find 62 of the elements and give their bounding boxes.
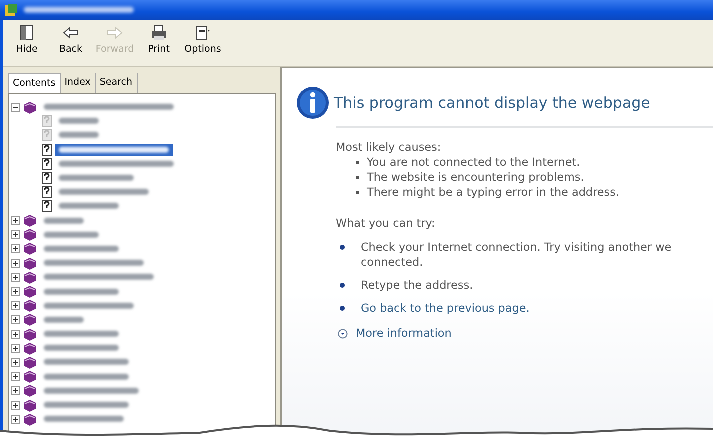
book-icon	[23, 270, 37, 284]
expand-icon[interactable]	[11, 287, 20, 296]
book-icon	[23, 342, 37, 355]
suggestion-text: Retype the address.	[361, 278, 474, 293]
expand-icon[interactable]	[11, 344, 20, 353]
book-icon	[23, 370, 37, 384]
expand-icon[interactable]	[11, 315, 20, 324]
bullet-icon	[340, 244, 345, 250]
expand-icon[interactable]	[11, 230, 20, 240]
expand-icon[interactable]	[11, 272, 20, 282]
collapse-icon[interactable]	[11, 102, 20, 112]
toolbar-button[interactable]: Options	[181, 22, 225, 66]
expand-icon[interactable]	[11, 330, 20, 339]
book-icon	[23, 100, 37, 114]
pane-icon	[18, 24, 36, 42]
book-icon	[23, 313, 37, 326]
expand-icon[interactable]	[11, 400, 20, 410]
bullet-icon	[340, 282, 345, 288]
bullet-icon	[356, 176, 359, 180]
bullet-icon	[340, 306, 345, 311]
book-icon	[23, 328, 37, 341]
expand-icon[interactable]	[11, 386, 20, 396]
right-arrow-icon	[106, 24, 124, 42]
left-arrow-icon	[62, 24, 80, 42]
try-heading: What you can try:	[336, 216, 436, 232]
expand-icon[interactable]	[11, 358, 20, 367]
book-icon	[23, 228, 37, 242]
toolbar-button[interactable]: Back	[49, 22, 93, 66]
book-icon	[23, 398, 37, 412]
cause-text: You are not connected to the Internet.	[367, 155, 580, 170]
back-link[interactable]: Go back to the previous page.	[361, 300, 530, 318]
page-heading: This program cannot display the webpage	[334, 92, 650, 114]
expand-icon[interactable]	[11, 216, 20, 226]
help-icon	[4, 3, 18, 17]
cause-text: There might be a typing error in the address.	[367, 185, 620, 200]
expand-icon[interactable]	[338, 329, 348, 340]
more-information-link[interactable]: More information	[356, 326, 452, 342]
book-icon	[23, 242, 37, 256]
book-icon	[23, 412, 37, 426]
expand-icon[interactable]	[11, 372, 20, 382]
tree-item[interactable]	[55, 144, 173, 156]
expand-icon[interactable]	[11, 301, 20, 310]
document-icon	[194, 24, 212, 42]
book-icon	[23, 299, 37, 312]
printer-icon	[150, 24, 168, 42]
info-icon	[296, 86, 330, 120]
bullet-icon	[356, 191, 359, 194]
suggestion-text: Check your Internet connection. Try visiting another we connected.	[361, 240, 672, 270]
book-icon	[23, 356, 37, 369]
toolbar-button[interactable]: Hide	[5, 22, 49, 66]
expand-icon[interactable]	[11, 258, 20, 268]
expand-icon[interactable]	[11, 414, 20, 424]
bullet-icon	[356, 161, 359, 164]
cause-text: The website is encountering problems.	[367, 170, 584, 186]
book-icon	[23, 256, 37, 270]
expand-icon[interactable]	[11, 244, 20, 254]
causes-heading: Most likely causes:	[336, 140, 442, 156]
book-icon	[23, 384, 37, 398]
toolbar-button[interactable]: Print	[137, 22, 181, 66]
book-icon	[23, 214, 37, 228]
tab[interactable]: Contents	[8, 73, 61, 93]
book-icon	[23, 285, 37, 298]
